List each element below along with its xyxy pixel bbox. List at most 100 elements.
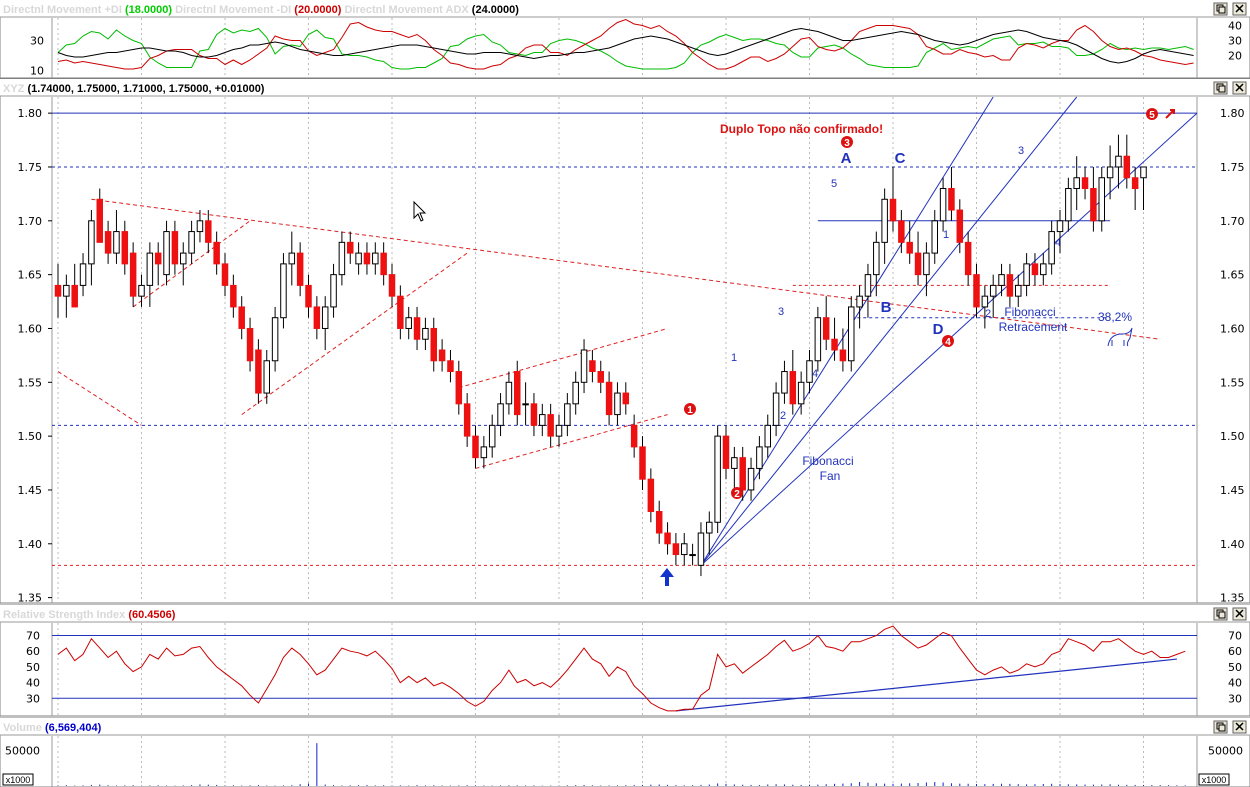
- candle-body: [154, 252, 162, 265]
- wave-count-label: 1: [943, 229, 949, 241]
- candle-body: [463, 403, 471, 437]
- candle-body: [731, 457, 738, 469]
- rsi-restore-icon: [1218, 611, 1226, 619]
- candle-body: [889, 198, 897, 222]
- candle-body: [514, 371, 521, 416]
- candle-body: [505, 381, 513, 405]
- rsi-left-tick: 60: [26, 645, 40, 658]
- candle-body: [171, 231, 179, 265]
- dmi-restore-icon: [1218, 6, 1226, 14]
- candle-body: [764, 424, 771, 448]
- candle-body: [797, 381, 805, 405]
- rsi-right-tick: 50: [1228, 661, 1242, 674]
- candle-body: [313, 306, 321, 329]
- wave-label-b: B: [881, 299, 892, 316]
- candle-body: [781, 371, 788, 394]
- dmi-right-tick: 30: [1228, 35, 1242, 48]
- candle-body: [831, 338, 838, 351]
- price-right-tick: 1.40: [1220, 538, 1245, 551]
- candle-body: [555, 424, 563, 437]
- candle-body: [230, 284, 237, 308]
- candle-body: [363, 252, 371, 265]
- candle-body: [1015, 284, 1022, 297]
- candle-body: [923, 252, 930, 276]
- price-right-tick: 1.55: [1220, 376, 1245, 389]
- candle-body: [88, 220, 95, 265]
- candle-body: [822, 317, 830, 340]
- candle-body: [238, 306, 245, 329]
- volume-right-tick: 50000: [1208, 744, 1243, 757]
- candle-body: [221, 263, 229, 286]
- candle-body: [54, 284, 62, 297]
- candle-body: [881, 198, 888, 243]
- rsi-left-tick: 30: [26, 692, 40, 705]
- candle-body: [614, 392, 621, 416]
- fib-ret-label: Fibonacci: [1004, 305, 1055, 319]
- candle-body: [347, 241, 354, 254]
- candle-body: [547, 414, 554, 437]
- dmi-title: Directnl Movement +DI (18.0000) Directnl…: [3, 4, 519, 16]
- candle-body: [422, 327, 429, 340]
- volume-title-part: Volume: [3, 722, 42, 734]
- candle-body: [480, 446, 488, 459]
- fib-fan-label: Fibonacci: [802, 454, 853, 468]
- candle-body: [1090, 188, 1097, 222]
- rsi-left-tick: 50: [26, 661, 40, 674]
- circled-wave-number: 1: [687, 405, 693, 416]
- candle-body: [1031, 263, 1039, 276]
- candle-body: [1081, 177, 1089, 190]
- price-title-part: (1.74000, 1.75000, 1.71000, 1.75000, +0.…: [24, 83, 264, 95]
- candle-body: [998, 274, 1005, 286]
- candle-body: [188, 231, 195, 254]
- dmi-title-part: Directnl Movement -DI: [175, 4, 291, 16]
- wave-label-d: D: [933, 321, 944, 338]
- price-left-tick: 1.45: [18, 484, 43, 497]
- candle-body: [1065, 188, 1072, 222]
- wave-count-label: 5: [831, 178, 837, 190]
- price-right-tick: 1.35: [1220, 592, 1245, 605]
- candle-body: [948, 188, 955, 211]
- candle-body: [121, 231, 129, 265]
- candle-body: [856, 295, 863, 308]
- candle-body: [280, 263, 287, 319]
- candle-body: [263, 360, 270, 394]
- candle-body: [338, 241, 346, 276]
- candle-body: [213, 241, 220, 265]
- candle-body: [814, 317, 822, 362]
- price-right-tick: 1.80: [1220, 107, 1245, 120]
- price-left-tick: 1.35: [18, 592, 43, 605]
- candle-body: [639, 446, 646, 480]
- wave-label-a: A: [841, 150, 852, 167]
- candle-body: [873, 241, 880, 276]
- price-left-tick: 1.60: [18, 322, 43, 335]
- stock-chart: Directnl Movement +DI (18.0000) Directnl…: [0, 0, 1250, 787]
- candle-body: [989, 284, 997, 297]
- candle-body: [413, 317, 421, 340]
- volume-title: Volume (6,569,404): [3, 722, 102, 734]
- wave-count-label: 3: [778, 306, 784, 318]
- candle-body: [672, 543, 680, 556]
- candle-body: [472, 435, 479, 459]
- candle-body: [756, 446, 763, 469]
- candle-body: [1048, 231, 1055, 265]
- candle-body: [706, 521, 713, 534]
- volume-title-part: (6,569,404): [42, 722, 102, 734]
- wave-count-label: 2: [985, 308, 991, 320]
- circled-wave-number: 5: [1149, 110, 1155, 121]
- candle-body: [647, 478, 655, 512]
- candle-body: [864, 274, 872, 297]
- price-right-tick: 1.70: [1220, 215, 1245, 228]
- price-right-tick: 1.45: [1220, 484, 1245, 497]
- candle-body: [681, 543, 688, 556]
- volume-titlebar: [0, 718, 1250, 735]
- rsi-left-tick: 40: [26, 677, 40, 690]
- candle-body: [589, 360, 596, 373]
- candle-body: [1131, 177, 1139, 190]
- circled-wave-number: 4: [945, 337, 951, 348]
- candle-body: [129, 252, 137, 297]
- candle-body: [146, 252, 154, 286]
- candle-body: [530, 403, 538, 426]
- candle-body: [572, 381, 579, 405]
- circled-wave-number: 2: [734, 489, 740, 500]
- candle-body: [205, 220, 212, 243]
